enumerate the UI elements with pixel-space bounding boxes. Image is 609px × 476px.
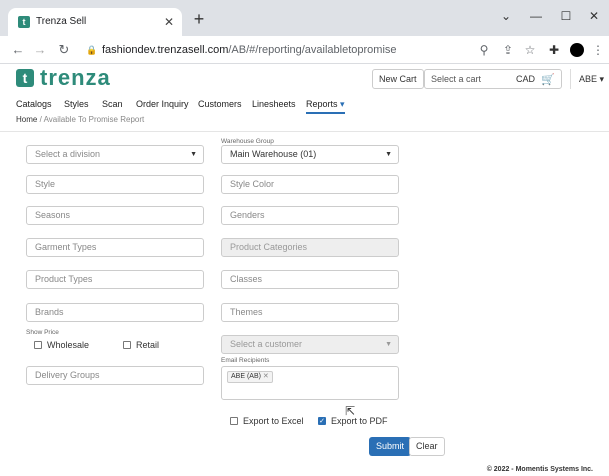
breadcrumb-current: Available To Promise Report — [43, 115, 145, 124]
app-header: t trenza New Cart Select a cart CAD 🛒 AB… — [0, 64, 609, 92]
nav-item-customers[interactable]: Customers — [198, 99, 242, 109]
bookmark-star-icon[interactable]: ☆ — [520, 40, 540, 60]
nav-item-catalogs[interactable]: Catalogs — [16, 99, 52, 109]
browser-toolbar: ← → ↻ 🔒 fashiondev.trenzasell.com/AB/#/r… — [0, 36, 609, 64]
footer-copyright: © 2022 - Momentis Systems Inc. — [486, 466, 593, 473]
nav-item-reports[interactable]: Reports ▾ — [306, 99, 345, 114]
cart-placeholder: Select a cart — [431, 74, 482, 84]
tab-title: Trenza Sell — [36, 16, 87, 27]
user-name: ABE — [579, 74, 598, 84]
breadcrumb: Home / Available To Promise Report — [16, 115, 144, 124]
caret-down-icon: ▼ — [385, 151, 392, 158]
browser-menu-icon[interactable]: ⋮ — [588, 40, 608, 60]
zoom-icon[interactable]: ⚲ — [474, 40, 494, 60]
header-divider — [0, 131, 609, 132]
new-tab-button[interactable]: + — [188, 8, 210, 30]
share-icon[interactable]: ⇪ — [498, 40, 518, 60]
wholesale-checkbox-box[interactable] — [34, 341, 42, 349]
seasons-input[interactable]: Seasons — [26, 206, 204, 225]
extensions-puzzle-icon[interactable]: ✚ — [544, 40, 564, 60]
export-pdf-checkbox-box[interactable]: ✓ — [318, 417, 326, 425]
division-select[interactable]: Select a division ▼ — [26, 145, 204, 164]
brands-input[interactable]: Brands — [26, 303, 204, 322]
logo-mark: t — [16, 69, 34, 87]
trenza-logo[interactable]: t trenza — [16, 67, 111, 89]
url-path: /AB/#/reporting/availabletopromise — [228, 44, 397, 56]
warehouse-group-value: Main Warehouse (01) — [230, 149, 317, 159]
product-categories-input: Product Categories — [221, 238, 399, 257]
warehouse-group-select[interactable]: Main Warehouse (01) ▼ — [221, 145, 399, 164]
reload-icon[interactable]: ↻ — [54, 40, 74, 60]
division-placeholder: Select a division — [35, 149, 101, 159]
warehouse-group-label: Warehouse Group — [221, 138, 274, 145]
maximize-button[interactable]: ☐ — [552, 6, 580, 26]
trenza-favicon-icon: t — [18, 16, 30, 28]
clear-button[interactable]: Clear — [409, 437, 445, 456]
logo-text: trenza — [40, 65, 111, 90]
main-nav: Catalogs Styles Scan Order Inquiry Custo… — [0, 96, 609, 114]
forward-arrow-icon[interactable]: → — [30, 40, 50, 60]
currency-label: CAD — [515, 74, 535, 84]
chevron-down-icon: ▾ — [340, 99, 345, 109]
wholesale-checkbox[interactable]: Wholesale — [34, 340, 89, 350]
breadcrumb-home[interactable]: Home — [16, 115, 37, 124]
new-cart-button[interactable]: New Cart — [372, 69, 424, 89]
customer-placeholder: Select a customer — [230, 339, 303, 349]
product-types-input[interactable]: Product Types — [26, 270, 204, 289]
browser-tab-bar: t Trenza Sell ✕ + ⌄ — ☐ ✕ — [0, 0, 609, 36]
export-pdf-label: Export to PDF — [331, 416, 388, 426]
submit-button[interactable]: Submit — [369, 437, 412, 456]
mouse-cursor-icon: ⇱ — [345, 404, 356, 418]
breadcrumb-separator: / — [39, 115, 42, 124]
profile-avatar[interactable] — [570, 43, 584, 57]
browser-tab[interactable]: t Trenza Sell ✕ — [8, 8, 182, 36]
url-host: fashiondev.trenzasell.com — [102, 44, 229, 56]
cart-select[interactable]: Select a cart CAD 🛒 — [424, 69, 562, 89]
tab-search-icon[interactable]: ⌄ — [492, 6, 520, 26]
show-price-label: Show Price — [26, 329, 59, 336]
genders-input[interactable]: Genders — [221, 206, 399, 225]
nav-item-linesheets[interactable]: Linesheets — [252, 99, 296, 109]
email-recipients-label: Email Recipients — [221, 357, 270, 364]
email-recipients-input[interactable]: ABE (AB) ✕ — [221, 366, 399, 400]
nav-item-scan[interactable]: Scan — [102, 99, 123, 109]
nav-item-reports-label: Reports — [306, 99, 338, 109]
tab-close-icon[interactable]: ✕ — [164, 8, 174, 36]
retail-checkbox[interactable]: Retail — [123, 340, 159, 350]
themes-input[interactable]: Themes — [221, 303, 399, 322]
style-color-input[interactable]: Style Color — [221, 175, 399, 194]
retail-checkbox-box[interactable] — [123, 341, 131, 349]
email-tag-label: ABE (AB) — [231, 373, 261, 380]
wholesale-label: Wholesale — [47, 340, 90, 350]
email-recipient-tag: ABE (AB) ✕ — [227, 371, 273, 383]
lock-icon: 🔒 — [86, 45, 98, 55]
style-input[interactable]: Style — [26, 175, 204, 194]
customer-select: Select a customer ▼ — [221, 335, 399, 354]
garment-types-input[interactable]: Garment Types — [26, 238, 204, 257]
export-excel-label: Export to Excel — [243, 416, 304, 426]
window-close-button[interactable]: ✕ — [580, 6, 608, 26]
minimize-button[interactable]: — — [522, 6, 550, 26]
back-arrow-icon[interactable]: ← — [8, 40, 28, 60]
nav-item-styles[interactable]: Styles — [64, 99, 89, 109]
classes-input[interactable]: Classes — [221, 270, 399, 289]
user-menu[interactable]: ABE ▾ — [570, 69, 604, 89]
chevron-down-icon: ▾ — [599, 74, 605, 84]
delivery-groups-input[interactable]: Delivery Groups — [26, 366, 204, 385]
nav-item-order-inquiry[interactable]: Order Inquiry — [136, 99, 189, 109]
cart-icon: 🛒 — [541, 74, 555, 86]
retail-label: Retail — [136, 340, 160, 350]
remove-tag-icon[interactable]: ✕ — [263, 373, 269, 380]
address-bar[interactable]: 🔒 fashiondev.trenzasell.com/AB/#/reporti… — [82, 39, 502, 61]
export-excel-checkbox[interactable]: Export to Excel — [230, 416, 304, 426]
caret-down-icon: ▼ — [190, 151, 197, 158]
export-excel-checkbox-box[interactable] — [230, 417, 238, 425]
caret-down-icon: ▼ — [385, 341, 392, 348]
